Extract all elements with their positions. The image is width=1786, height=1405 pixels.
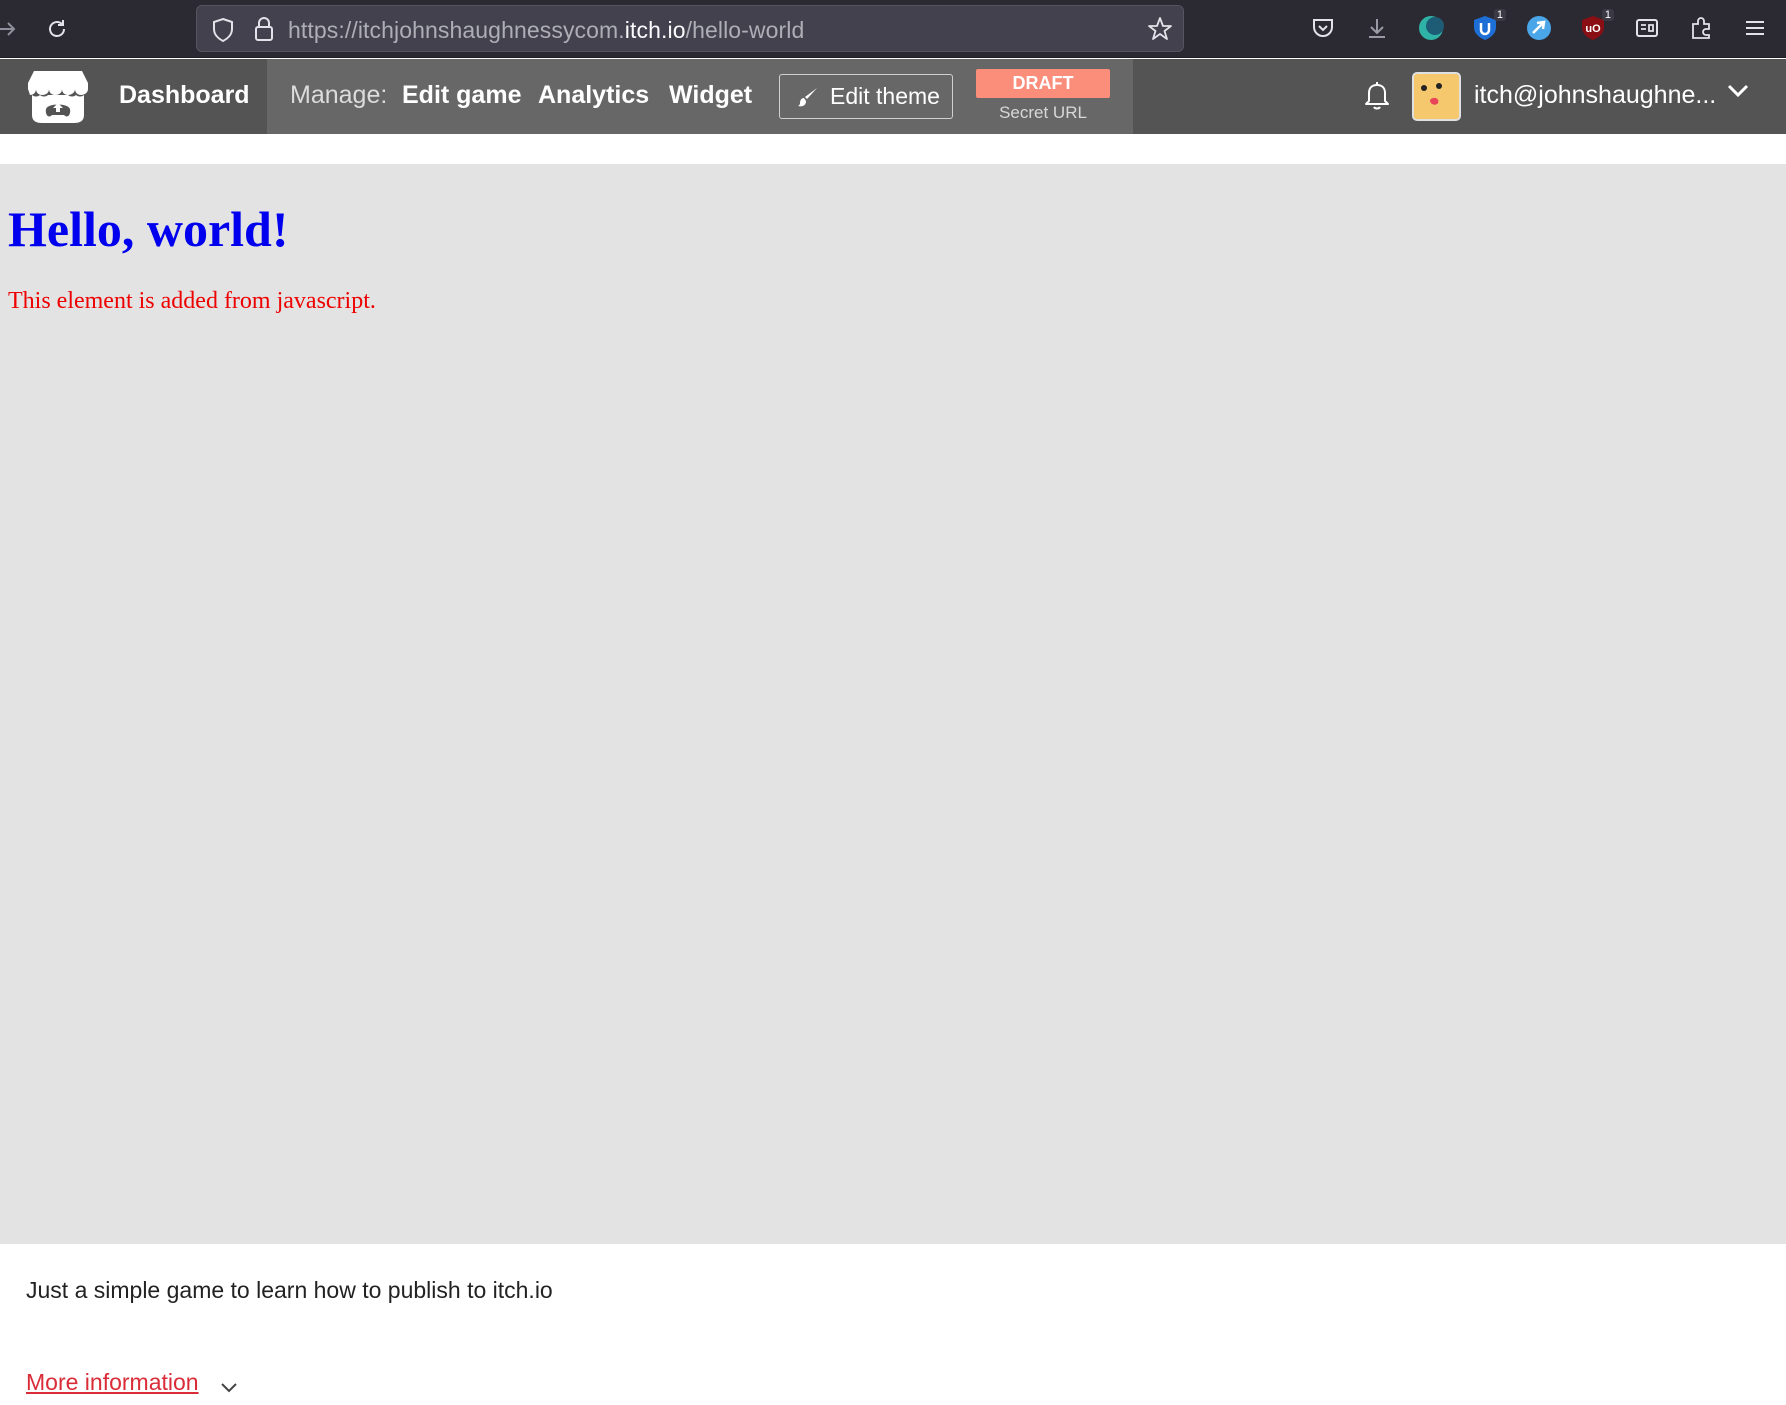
extension-bird-icon[interactable] (1524, 13, 1554, 43)
game-frame[interactable]: Hello, world! This element is added from… (0, 164, 1786, 1244)
itch-header: Dashboard Manage: Edit game Analytics Wi… (0, 59, 1786, 134)
manage-panel: Manage: Edit game Analytics Widget Edit … (267, 59, 1133, 134)
analytics-link[interactable]: Analytics (538, 81, 649, 110)
shield-icon[interactable] (211, 17, 235, 47)
lock-icon[interactable] (253, 16, 275, 46)
extension-badge: 1 (1493, 9, 1506, 21)
address-bar[interactable]: https://itchjohnshaughnessycom.itch.io/h… (196, 5, 1184, 52)
reload-icon[interactable] (40, 12, 74, 46)
browser-toolbar: https://itchjohnshaughnessycom.itch.io/h… (0, 0, 1786, 58)
user-name[interactable]: itch@johnshaughne... (1474, 81, 1716, 110)
pocket-icon[interactable] (1308, 13, 1338, 43)
ublock-badge: 1 (1601, 9, 1614, 21)
forward-icon[interactable] (0, 12, 24, 46)
widget-link[interactable]: Widget (669, 81, 752, 110)
bookmark-star-icon[interactable] (1147, 16, 1173, 46)
game-title: Hello, world! (8, 201, 289, 257)
url-text[interactable]: https://itchjohnshaughnessycom.itch.io/h… (288, 17, 804, 44)
brush-icon (798, 87, 817, 106)
url-host: itch.io (624, 17, 686, 43)
header-spacer (0, 134, 1786, 164)
svg-text:uO: uO (1585, 23, 1601, 35)
secret-url-link[interactable]: Secret URL (976, 103, 1110, 123)
ublock-icon[interactable]: uO 1 (1578, 9, 1614, 43)
itch-logo-icon[interactable] (26, 67, 90, 125)
extension-shield-icon[interactable]: 1 (1470, 9, 1506, 43)
edit-theme-button[interactable]: Edit theme (779, 74, 953, 119)
edit-game-link[interactable]: Edit game (402, 81, 521, 110)
more-info-chevron-icon[interactable] (220, 1379, 238, 1398)
draft-badge: DRAFT (976, 69, 1110, 98)
menu-icon[interactable] (1740, 13, 1770, 43)
chevron-down-icon[interactable] (1726, 83, 1750, 104)
game-description: Just a simple game to learn how to publi… (26, 1277, 553, 1303)
edit-theme-label: Edit theme (830, 83, 940, 109)
more-information-link[interactable]: More information (26, 1369, 199, 1396)
url-prefix: https://itchjohnshaughnessycom. (288, 17, 625, 43)
game-text: This element is added from javascript. (8, 288, 376, 314)
reader-icon[interactable] (1632, 13, 1662, 43)
avatar[interactable] (1412, 72, 1461, 121)
extension-moon-icon[interactable] (1416, 13, 1446, 43)
extensions-puzzle-icon[interactable] (1686, 13, 1716, 43)
manage-label: Manage: (290, 81, 388, 109)
url-path: /hello-world (685, 17, 805, 43)
downloads-icon[interactable] (1362, 13, 1392, 43)
bell-icon[interactable] (1362, 79, 1392, 116)
dashboard-link[interactable]: Dashboard (119, 81, 250, 110)
